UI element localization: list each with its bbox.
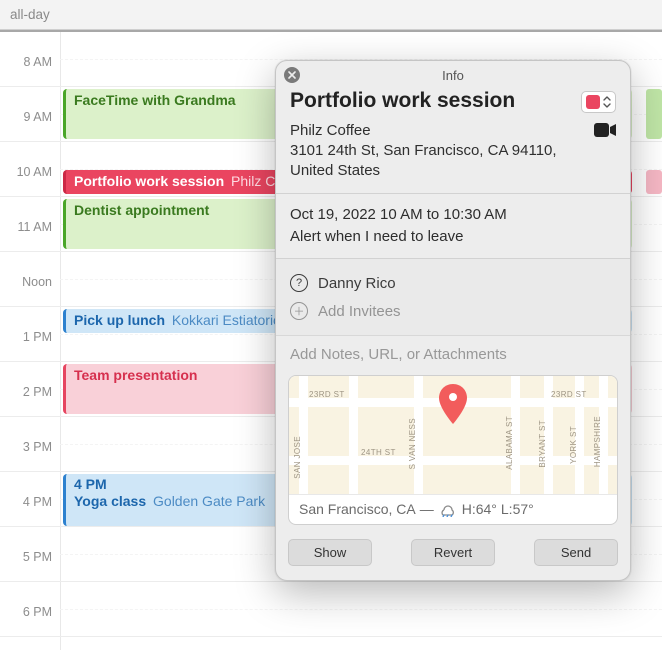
close-icon: [288, 71, 296, 79]
add-invitees[interactable]: ＋ Add Invitees: [290, 297, 616, 325]
event-title: Pick up lunch: [74, 312, 165, 328]
event-datetime: Oct 19, 2022 10 AM to 10:30 AM: [290, 204, 616, 226]
street-label: 24TH ST: [361, 448, 396, 457]
dash: —: [420, 501, 434, 517]
hour-label: 9 AM: [0, 110, 56, 124]
hour-label: Noon: [0, 275, 56, 289]
street-label: HAMPSHIRE: [593, 416, 602, 467]
plus-icon: ＋: [290, 302, 308, 320]
updown-icon: [603, 96, 611, 108]
weather-hi: H:64°: [462, 501, 497, 517]
invitees-section: ? Danny Rico ＋ Add Invitees: [276, 258, 630, 335]
calendar-color-swatch: [586, 95, 600, 109]
location-address: 3101 24th St, San Francisco, CA 94110, U…: [290, 141, 586, 181]
popover-buttons: Show Revert Send: [276, 535, 630, 580]
hour-label: 3 PM: [0, 440, 56, 454]
street-label: 23RD ST: [551, 390, 587, 399]
send-button[interactable]: Send: [534, 539, 618, 566]
allday-label: all-day: [8, 7, 50, 22]
calendar-picker[interactable]: [581, 91, 616, 113]
location-field[interactable]: Philz Coffee 3101 24th St, San Francisco…: [290, 121, 586, 181]
event-title: FaceTime with Grandma: [74, 92, 236, 108]
notes-field[interactable]: Add Notes, URL, or Attachments: [276, 335, 630, 373]
datetime-section[interactable]: Oct 19, 2022 10 AM to 10:30 AM Alert whe…: [276, 193, 630, 258]
hour-label: 8 AM: [0, 55, 56, 69]
event-info-popover: Info Portfolio work session Philz Coffee…: [275, 60, 631, 581]
hour-label: 5 PM: [0, 550, 56, 564]
question-icon: ?: [290, 274, 308, 292]
invitee-name: Danny Rico: [318, 275, 396, 292]
invitee-organizer[interactable]: ? Danny Rico: [290, 269, 616, 297]
close-button[interactable]: [284, 67, 300, 83]
street-label: S VAN NESS: [408, 418, 417, 469]
popover-title: Info: [442, 68, 464, 83]
event-strip: [646, 89, 662, 139]
street-label: ALABAMA ST: [505, 416, 514, 470]
add-invitees-label: Add Invitees: [318, 303, 401, 320]
video-icon[interactable]: [594, 123, 616, 137]
hour-label: 10 AM: [0, 165, 56, 179]
event-alert: Alert when I need to leave: [290, 226, 616, 248]
location-map-card[interactable]: 23RD ST 23RD ST 24TH ST SAN JOSE S VAN N…: [288, 375, 618, 525]
hour-label: 2 PM: [0, 385, 56, 399]
show-button[interactable]: Show: [288, 539, 372, 566]
map-city: San Francisco, CA: [299, 501, 416, 517]
event-location: Golden Gate Park: [153, 493, 265, 509]
weather-lo: L:57°: [501, 501, 534, 517]
event-title: Team presentation: [74, 367, 197, 383]
street-label: YORK ST: [569, 426, 578, 464]
event-location: Kokkari Estiatorio: [172, 312, 281, 328]
hour-label: 1 PM: [0, 330, 56, 344]
street-label: 23RD ST: [309, 390, 345, 399]
event-time: 4 PM: [74, 476, 107, 492]
map-weather-caption: San Francisco, CA — H:64° L:57°: [289, 494, 617, 524]
hour-label: 4 PM: [0, 495, 56, 509]
street-label: BRYANT ST: [538, 420, 547, 468]
event-title: Portfolio work session: [74, 173, 224, 189]
event-title-field[interactable]: Portfolio work session: [290, 89, 573, 113]
event-strip: [646, 170, 662, 194]
map-image: 23RD ST 23RD ST 24TH ST SAN JOSE S VAN N…: [289, 376, 617, 494]
map-pin-icon: [439, 384, 467, 428]
street-label: SAN JOSE: [293, 436, 302, 479]
event-title: Yoga class: [74, 493, 146, 509]
popover-header: Info: [276, 61, 630, 89]
hour-label: 6 PM: [0, 605, 56, 619]
hour-label: 11 AM: [0, 220, 56, 234]
event-title: Dentist appointment: [74, 202, 209, 218]
revert-button[interactable]: Revert: [411, 539, 495, 566]
location-name: Philz Coffee: [290, 121, 586, 141]
allday-row: all-day: [0, 0, 662, 30]
weather-icon: [438, 501, 458, 517]
